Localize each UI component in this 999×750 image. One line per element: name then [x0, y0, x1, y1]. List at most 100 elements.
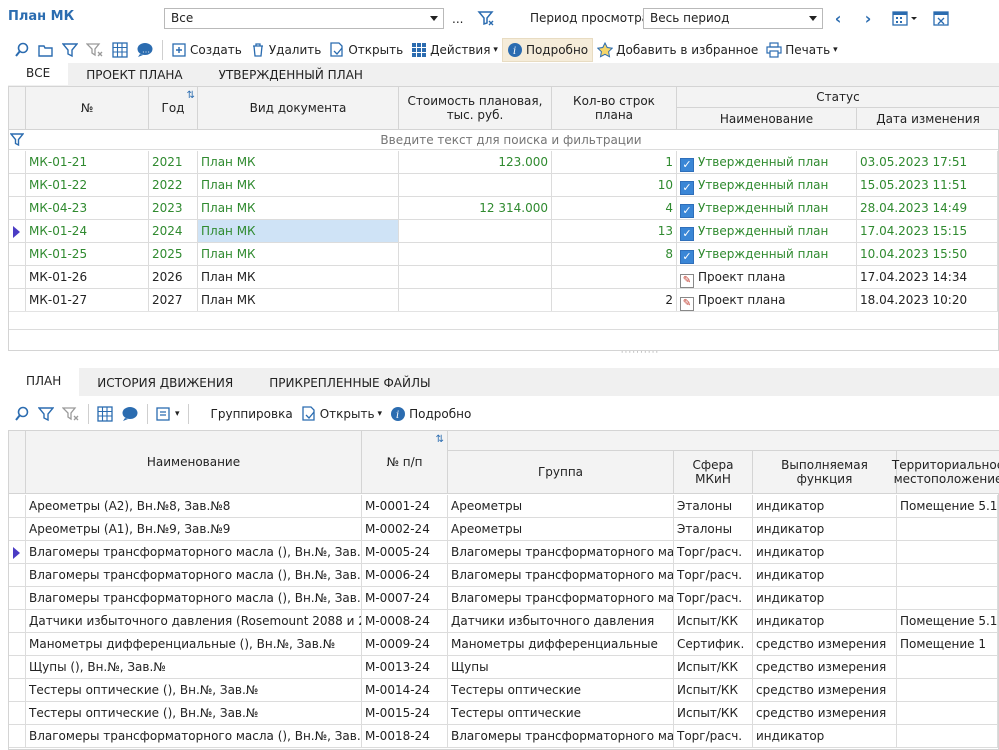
- cell-group[interactable]: Датчики избыточного давления: [448, 610, 674, 633]
- table-row[interactable]: Тестеры оптические (), Вн.№, Зав.№ М-0014…: [9, 679, 998, 702]
- open-button[interactable]: Открыть ▾: [297, 402, 386, 426]
- comment-button[interactable]: [117, 402, 143, 426]
- cell-date[interactable]: 10.04.2023 15:50: [857, 243, 998, 266]
- grouping-button[interactable]: Группировка: [207, 402, 297, 426]
- export-button[interactable]: ▾: [152, 402, 184, 426]
- col-header-location[interactable]: Территориальное местоположение: [892, 451, 999, 494]
- cell-pn[interactable]: М-0013-24: [362, 656, 448, 679]
- tab-all[interactable]: ВСЕ: [8, 63, 69, 85]
- row-selector[interactable]: [9, 220, 26, 243]
- col-header-group[interactable]: Группа: [448, 451, 674, 494]
- cell-group[interactable]: Манометры дифференциальные: [448, 633, 674, 656]
- cell-doc[interactable]: План МК: [198, 220, 399, 243]
- cell-pn[interactable]: М-0008-24: [362, 610, 448, 633]
- splitter-handle[interactable]: ··········: [620, 349, 660, 358]
- cell-status[interactable]: ✓ Утвержденный план: [677, 174, 857, 197]
- cell-name[interactable]: Влагомеры трансформаторного масла (), Вн…: [26, 564, 362, 587]
- cell-num[interactable]: МК-04-23: [26, 197, 149, 220]
- row-selector[interactable]: [9, 174, 26, 197]
- table-row[interactable]: МК-01-24 2024 План МК 13 ✓ Утвержденный план 1…: [9, 220, 998, 243]
- row-selector[interactable]: [9, 541, 26, 564]
- search-button[interactable]: [10, 38, 34, 62]
- cell-name[interactable]: Щупы (), Вн.№, Зав.№: [26, 656, 362, 679]
- cell-sphere[interactable]: Испыт/КК: [674, 610, 753, 633]
- columns-button[interactable]: [93, 402, 117, 426]
- columns-button[interactable]: [108, 38, 132, 62]
- cell-year[interactable]: 2024: [149, 220, 198, 243]
- cell-group[interactable]: Тестеры оптические: [448, 702, 674, 725]
- cell-pn[interactable]: М-0006-24: [362, 564, 448, 587]
- cell-pn[interactable]: М-0009-24: [362, 633, 448, 656]
- prev-period-icon[interactable]: ‹: [830, 9, 846, 28]
- cell-pn[interactable]: М-0018-24: [362, 725, 448, 748]
- filter-more-button[interactable]: ...: [452, 12, 463, 26]
- cell-sphere[interactable]: Торг/расч.: [674, 541, 753, 564]
- cell-pn[interactable]: М-0002-24: [362, 518, 448, 541]
- print-button[interactable]: Печать ▾: [762, 38, 841, 62]
- cell-cost[interactable]: 12 314.000: [399, 197, 552, 220]
- cell-sphere[interactable]: Эталоны: [674, 518, 753, 541]
- cell-cost[interactable]: [399, 174, 552, 197]
- cell-name[interactable]: Влагомеры трансформаторного масла (), Вн…: [26, 541, 362, 564]
- row-selector[interactable]: [9, 518, 26, 541]
- comment-button[interactable]: …: [132, 38, 158, 62]
- row-selector[interactable]: [9, 564, 26, 587]
- table-row[interactable]: Ареометры (А1), Вн.№9, Зав.№9 М-0002-24 Ар…: [9, 518, 998, 541]
- cell-name[interactable]: Влагомеры трансформаторного масла (), Вн…: [26, 725, 362, 748]
- cell-group[interactable]: Влагомеры трансформаторного масла: [448, 541, 674, 564]
- col-header-sphere[interactable]: Сфера МКиН: [674, 451, 753, 494]
- col-header-pn[interactable]: № п/п ⇅: [362, 431, 448, 494]
- cell-sphere[interactable]: Эталоны: [674, 495, 753, 518]
- cell-status[interactable]: ✓ Утвержденный план: [677, 220, 857, 243]
- cell-status[interactable]: ✓ Утвержденный план: [677, 151, 857, 174]
- cell-location[interactable]: [897, 587, 998, 610]
- col-header-year[interactable]: Год ⇅: [149, 87, 198, 130]
- cell-group[interactable]: Влагомеры трансформаторного масла: [448, 587, 674, 610]
- table-row[interactable]: МК-01-21 2021 План МК 123.000 1 ✓ Утвержденный…: [9, 151, 998, 174]
- table-row[interactable]: Щупы (), Вн.№, Зав.№ М-0013-24 Щупы Испыт/К…: [9, 656, 998, 679]
- calendar-clear-icon[interactable]: [932, 9, 952, 27]
- next-period-icon[interactable]: ›: [860, 9, 876, 28]
- table-row[interactable]: Датчики избыточного давления (Rosemount …: [9, 610, 998, 633]
- cell-sphere[interactable]: Испыт/КК: [674, 656, 753, 679]
- cell-location[interactable]: [897, 679, 998, 702]
- cell-location[interactable]: Помещение 5.1.1: [897, 610, 998, 633]
- tab-draft-plan[interactable]: ПРОЕКТ ПЛАНА: [68, 65, 200, 85]
- row-selector[interactable]: [9, 289, 26, 312]
- cell-num[interactable]: МК-01-26: [26, 266, 149, 289]
- cell-year[interactable]: 2026: [149, 266, 198, 289]
- delete-button[interactable]: Удалить: [246, 38, 326, 62]
- filter-select[interactable]: Все: [164, 8, 444, 29]
- cell-year[interactable]: 2025: [149, 243, 198, 266]
- col-header-doc-type[interactable]: Вид документа: [198, 87, 399, 130]
- table-row[interactable]: Влагомеры трансформаторного масла (), Вн…: [9, 725, 998, 748]
- cell-location[interactable]: Помещение 5.1.1: [897, 495, 998, 518]
- cell-group[interactable]: Ареометры: [448, 495, 674, 518]
- row-selector[interactable]: [9, 197, 26, 220]
- cell-cost[interactable]: [399, 243, 552, 266]
- row-selector[interactable]: [9, 702, 26, 725]
- cell-date[interactable]: 17.04.2023 14:34: [857, 266, 998, 289]
- cell-count[interactable]: 1: [552, 151, 677, 174]
- cell-date[interactable]: 28.04.2023 14:49: [857, 197, 998, 220]
- cell-name[interactable]: Тестеры оптические (), Вн.№, Зав.№: [26, 679, 362, 702]
- table-row[interactable]: МК-01-25 2025 План МК 8 ✓ Утвержденный план 10…: [9, 243, 998, 266]
- cell-location[interactable]: [897, 564, 998, 587]
- cell-num[interactable]: МК-01-27: [26, 289, 149, 312]
- cell-name[interactable]: Тестеры оптические (), Вн.№, Зав.№: [26, 702, 362, 725]
- table-row[interactable]: Влагомеры трансформаторного масла (), Вн…: [9, 541, 998, 564]
- filter-button[interactable]: [34, 402, 58, 426]
- row-selector[interactable]: [9, 656, 26, 679]
- tab-approved-plan[interactable]: УТВЕРЖДЕННЫЙ ПЛАН: [201, 65, 381, 85]
- cell-group[interactable]: Щупы: [448, 656, 674, 679]
- cell-num[interactable]: МК-01-22: [26, 174, 149, 197]
- cell-function[interactable]: индикатор: [753, 587, 897, 610]
- cell-doc[interactable]: План МК: [198, 197, 399, 220]
- cell-status[interactable]: ✓ Утвержденный план: [677, 243, 857, 266]
- col-header-status-date[interactable]: Дата изменения: [857, 108, 999, 130]
- row-selector[interactable]: [9, 633, 26, 656]
- cell-function[interactable]: индикатор: [753, 518, 897, 541]
- cell-doc[interactable]: План МК: [198, 243, 399, 266]
- cell-doc[interactable]: План МК: [198, 266, 399, 289]
- cell-doc[interactable]: План МК: [198, 289, 399, 312]
